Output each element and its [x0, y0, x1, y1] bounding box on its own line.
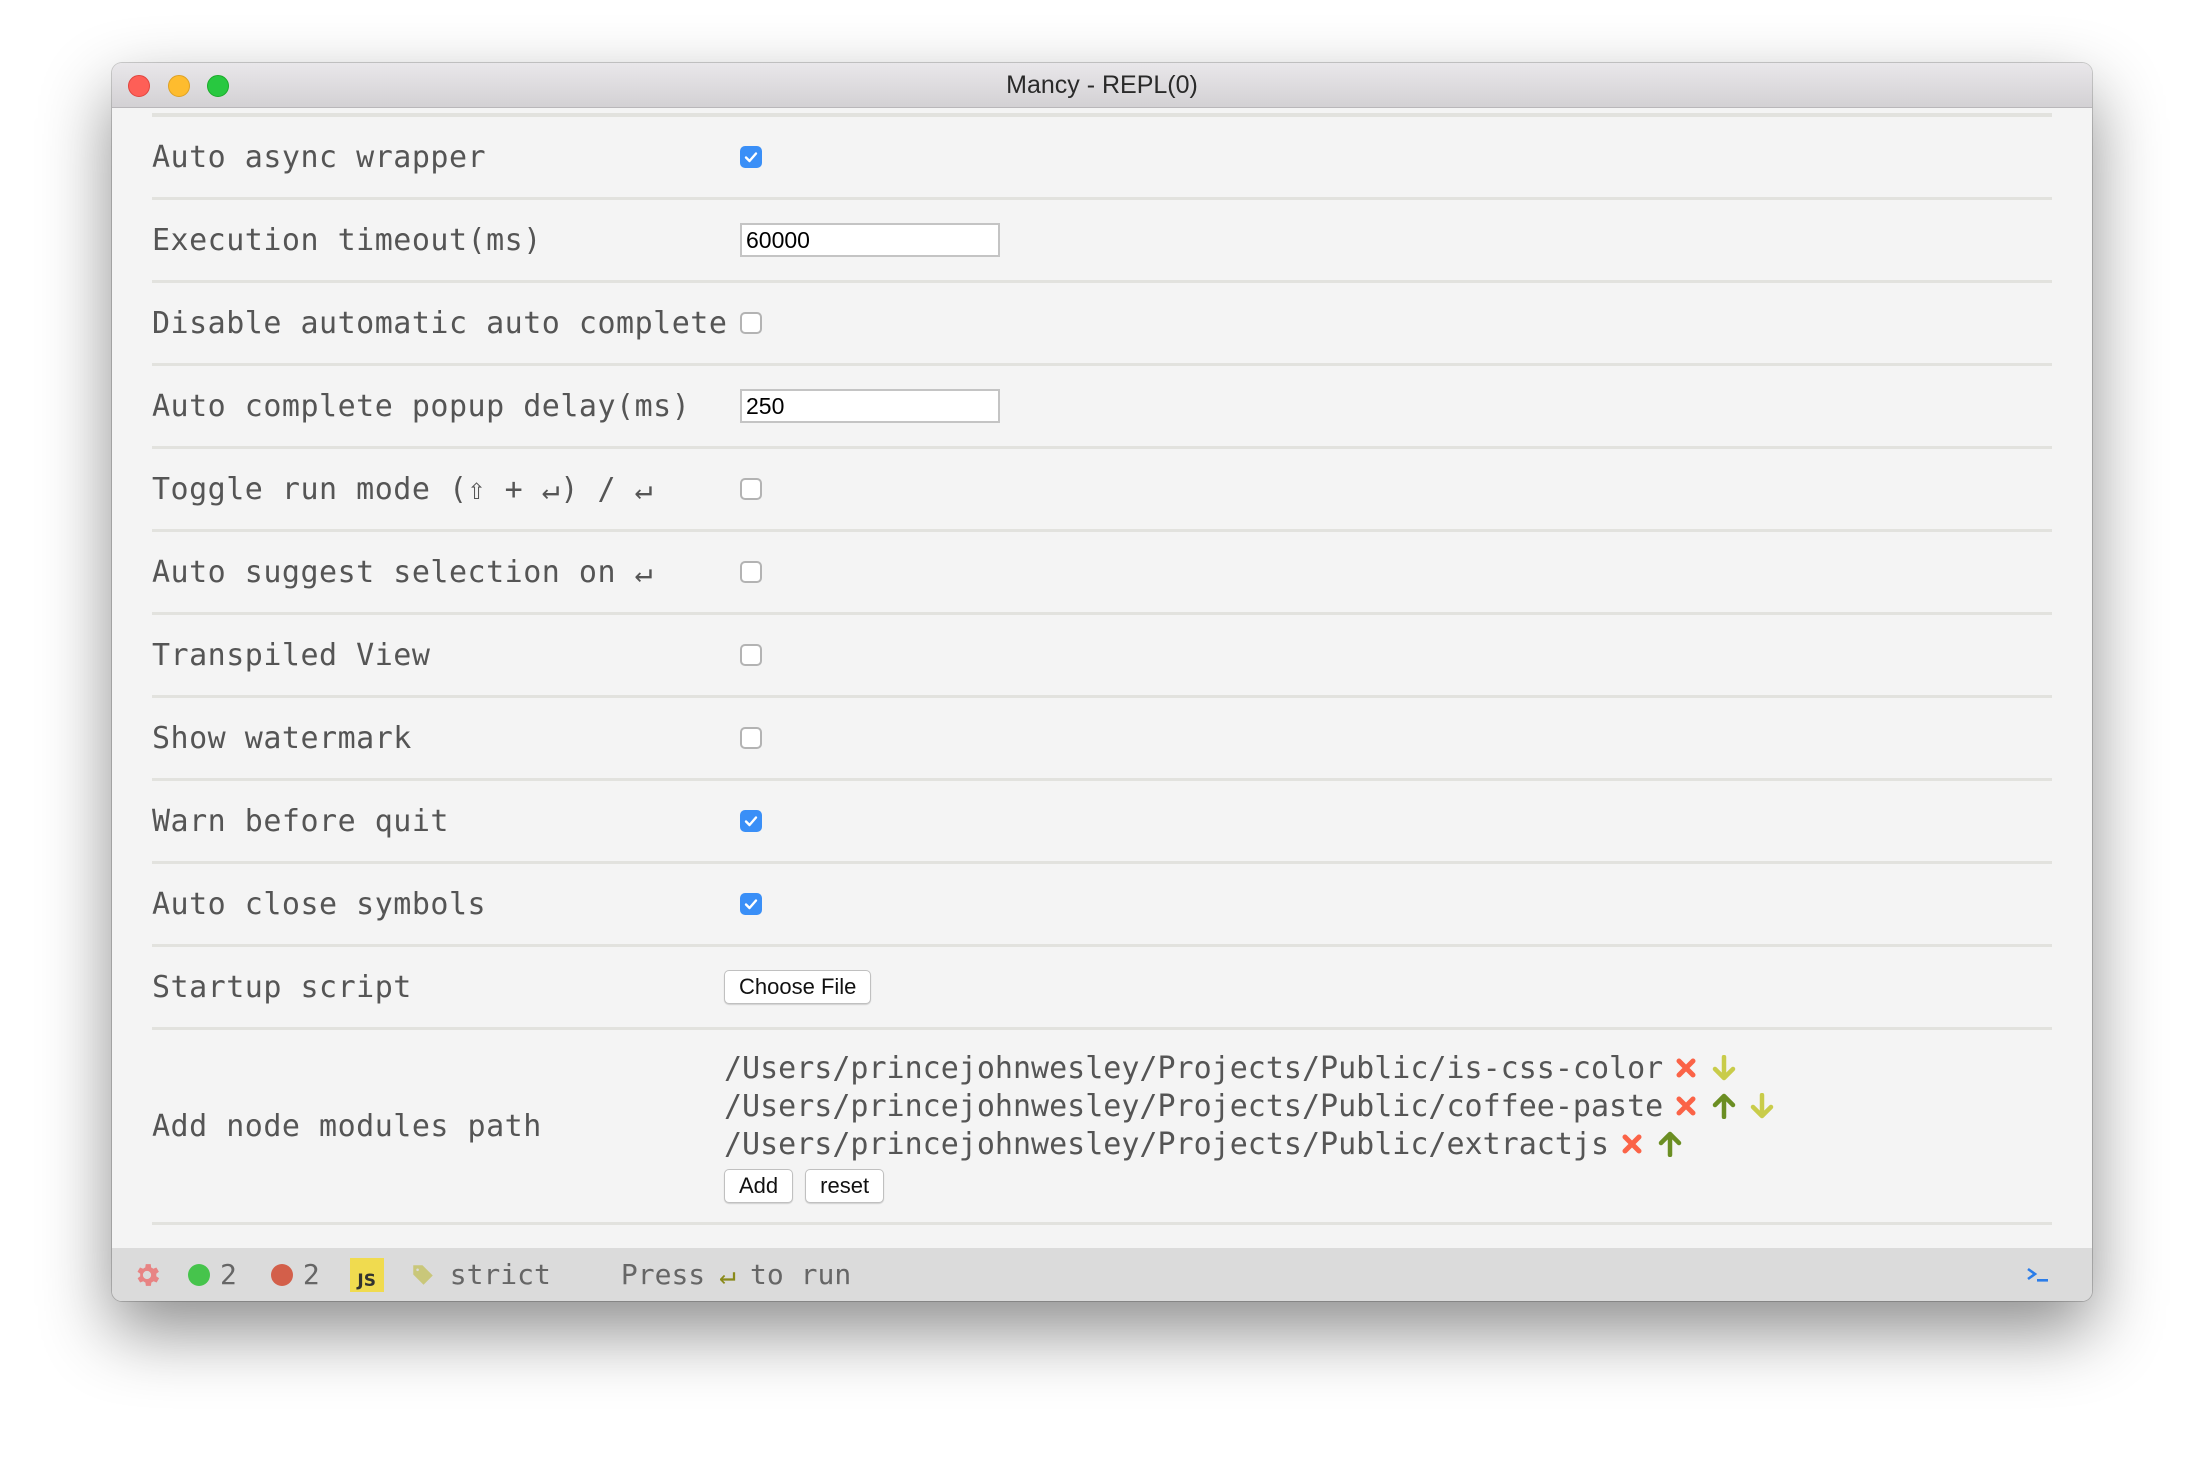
- setting-label: Transpiled View: [152, 637, 431, 673]
- module-path-text: /Users/princejohnwesley/Projects/Public/…: [724, 1126, 1610, 1162]
- setting-checkbox[interactable]: [740, 478, 762, 500]
- setting-label: Auto complete popup delay(ms): [152, 388, 691, 424]
- setting-control: [740, 810, 762, 832]
- tag-icon: [412, 1264, 433, 1285]
- remove-path-icon[interactable]: [1671, 1053, 1701, 1083]
- success-dot-icon: [188, 1263, 210, 1286]
- setting-text-input[interactable]: [740, 389, 1000, 423]
- move-up-arrow-icon[interactable]: [1655, 1129, 1685, 1159]
- setting-control: [740, 561, 762, 583]
- setting-control: [740, 644, 762, 666]
- setting-control: [740, 312, 762, 334]
- setting-label: Auto async wrapper: [152, 139, 487, 175]
- setting-label: Auto close symbols: [152, 886, 487, 922]
- hint-prefix: Press: [620, 1258, 706, 1291]
- module-path-item: /Users/princejohnwesley/Projects/Public/…: [724, 1049, 1777, 1087]
- error-count-value: 2: [302, 1258, 320, 1291]
- module-path-item: /Users/princejohnwesley/Projects/Public/…: [724, 1125, 1777, 1163]
- window-title: Mancy - REPL(0): [1006, 71, 1198, 99]
- setting-control: [740, 146, 762, 168]
- setting-row: Show watermark: [152, 698, 2052, 781]
- setting-label: Auto suggest selection on ↵: [152, 554, 654, 590]
- setting-row: Auto complete popup delay(ms): [152, 366, 2052, 449]
- setting-label: Toggle run mode (⇧ + ↵) / ↵: [152, 471, 654, 507]
- error-count[interactable]: 2: [270, 1258, 320, 1291]
- setting-label: Warn before quit: [152, 803, 449, 839]
- success-count[interactable]: 2: [188, 1258, 237, 1291]
- setting-row: Warn before quit: [152, 781, 2052, 864]
- settings-panel: Auto async wrapper Execution timeout(ms) D…: [152, 113, 2052, 1225]
- choose-file-button[interactable]: Choose File: [724, 970, 872, 1004]
- setting-row: Auto suggest selection on ↵: [152, 532, 2052, 615]
- setting-label: Show watermark: [152, 720, 412, 756]
- setting-row: Auto async wrapper: [152, 117, 2052, 200]
- setting-row: Disable automatic auto complete: [152, 283, 2052, 366]
- error-dot-icon: [270, 1263, 293, 1286]
- language-badge[interactable]: JS: [349, 1257, 384, 1292]
- mode-label: strict: [449, 1258, 551, 1291]
- setting-checkbox[interactable]: [740, 561, 762, 583]
- title-bar: Mancy - REPL(0): [112, 63, 2092, 108]
- move-down-arrow-icon[interactable]: [1747, 1091, 1777, 1121]
- remove-path-icon[interactable]: [1671, 1091, 1701, 1121]
- setting-control: [740, 478, 762, 500]
- setting-row: Transpiled View: [152, 615, 2052, 698]
- add-path-button[interactable]: Add: [724, 1169, 794, 1203]
- setting-checkbox[interactable]: [740, 893, 762, 915]
- setting-control: [740, 727, 762, 749]
- setting-checkbox[interactable]: [740, 146, 762, 168]
- hint-suffix: to run: [750, 1258, 852, 1291]
- node-modules-path-list: /Users/princejohnwesley/Projects/Public/…: [724, 1049, 1777, 1203]
- move-up-arrow-icon[interactable]: [1709, 1091, 1739, 1121]
- setting-control: [740, 389, 1000, 423]
- setting-control: [740, 223, 1000, 257]
- settings-gear-icon[interactable]: [132, 1260, 162, 1290]
- setting-label: Execution timeout(ms): [152, 222, 542, 258]
- terminal-prompt-icon: [2027, 1267, 2048, 1282]
- setting-checkbox[interactable]: [740, 810, 762, 832]
- enter-key-icon: ↵: [719, 1258, 737, 1291]
- success-count-value: 2: [220, 1258, 237, 1291]
- move-down-arrow-icon[interactable]: [1709, 1053, 1739, 1083]
- setting-row: Startup script Choose File: [152, 947, 2052, 1030]
- setting-text-input[interactable]: [740, 223, 1000, 257]
- setting-row-node-modules: Add node modules path /Users/princejohnw…: [152, 1030, 2052, 1225]
- status-bar: 2 2 JS strict Press ↵ to run: [112, 1248, 2092, 1301]
- reset-paths-button[interactable]: reset: [805, 1169, 885, 1203]
- javascript-icon: JS: [349, 1257, 384, 1292]
- console-toggle[interactable]: [2026, 1264, 2052, 1286]
- setting-label: Startup script: [152, 969, 412, 1005]
- setting-row: Auto close symbols: [152, 864, 2052, 947]
- setting-row: Execution timeout(ms): [152, 200, 2052, 283]
- remove-path-icon[interactable]: [1617, 1129, 1647, 1159]
- run-hint: Press ↵ to run: [621, 1258, 851, 1291]
- setting-checkbox[interactable]: [740, 312, 762, 334]
- setting-control: [740, 893, 762, 915]
- setting-checkbox[interactable]: [740, 727, 762, 749]
- setting-label: Disable automatic auto complete: [152, 305, 728, 341]
- setting-control: Choose File: [724, 970, 872, 1004]
- module-path-text: /Users/princejohnwesley/Projects/Public/…: [724, 1050, 1664, 1086]
- mode-indicator[interactable]: strict: [410, 1258, 551, 1291]
- module-path-item: /Users/princejohnwesley/Projects/Public/…: [724, 1087, 1777, 1125]
- module-path-text: /Users/princejohnwesley/Projects/Public/…: [724, 1088, 1664, 1124]
- app-window: Mancy - REPL(0) Auto async wrapper Execut…: [112, 63, 2092, 1301]
- setting-row: Toggle run mode (⇧ + ↵) / ↵: [152, 449, 2052, 532]
- setting-checkbox[interactable]: [740, 644, 762, 666]
- setting-label: Add node modules path: [152, 1108, 542, 1144]
